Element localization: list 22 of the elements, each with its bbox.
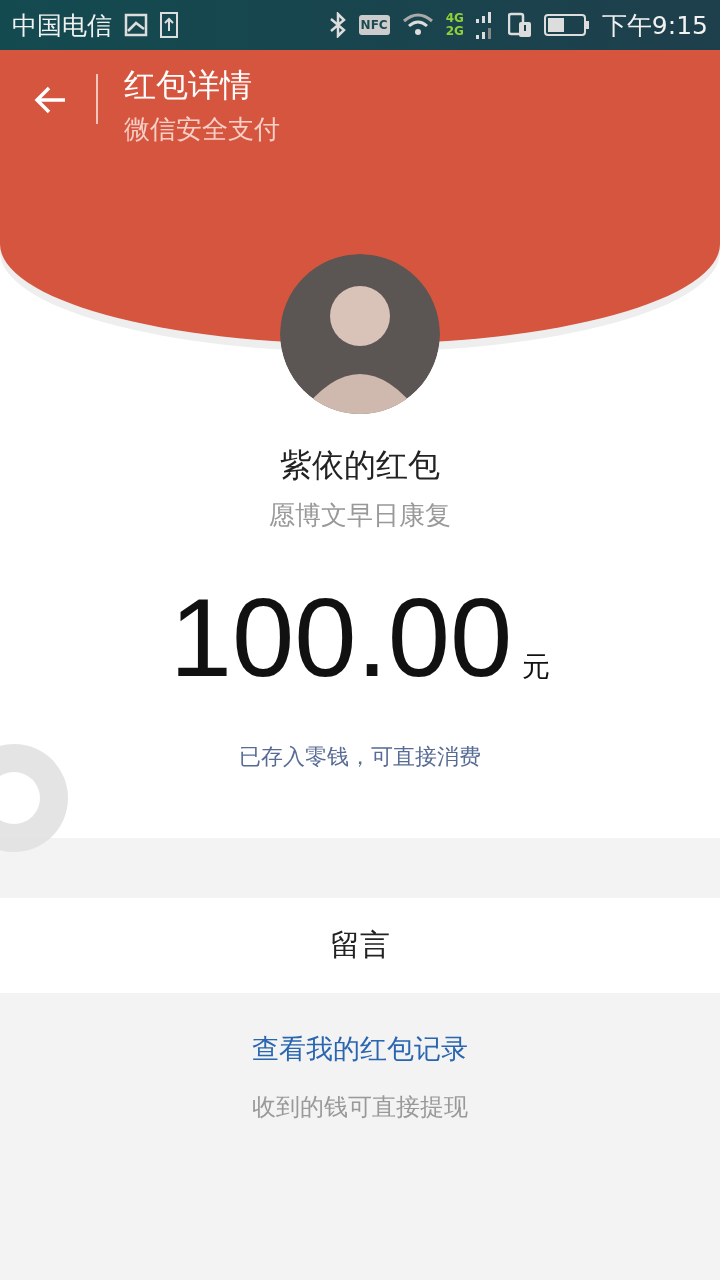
deposit-note: 已存入零钱，可直接消费 — [239, 743, 481, 771]
wish-text: 愿博文早日康复 — [269, 499, 451, 532]
carrier-name: 中国电信 — [12, 9, 112, 42]
records-link[interactable]: 查看我的红包记录 — [252, 1031, 468, 1067]
bluetooth-icon — [328, 12, 347, 38]
page-title: 红包详情 — [124, 65, 253, 106]
message-label: 留言 — [330, 926, 390, 964]
clock-time: 下午9:15 — [601, 9, 708, 42]
sim-alert-icon — [507, 12, 532, 38]
nfc-icon: NFC — [358, 15, 390, 35]
page-subtitle: 微信安全支付 — [124, 113, 280, 146]
wifi-icon — [401, 13, 434, 37]
withdraw-hint: 收到的钱可直接提现 — [252, 1092, 468, 1123]
message-row[interactable]: 留言 — [0, 898, 720, 993]
avatar-icon — [280, 254, 440, 414]
amount-unit: 元 — [522, 649, 551, 685]
image-icon — [124, 13, 148, 37]
amount-value: 100.00 — [169, 574, 513, 702]
network-type: 4G 2G — [445, 12, 464, 38]
battery-icon — [543, 13, 590, 37]
upload-icon — [160, 12, 178, 38]
sender-name: 紫依的红包 — [280, 445, 440, 486]
